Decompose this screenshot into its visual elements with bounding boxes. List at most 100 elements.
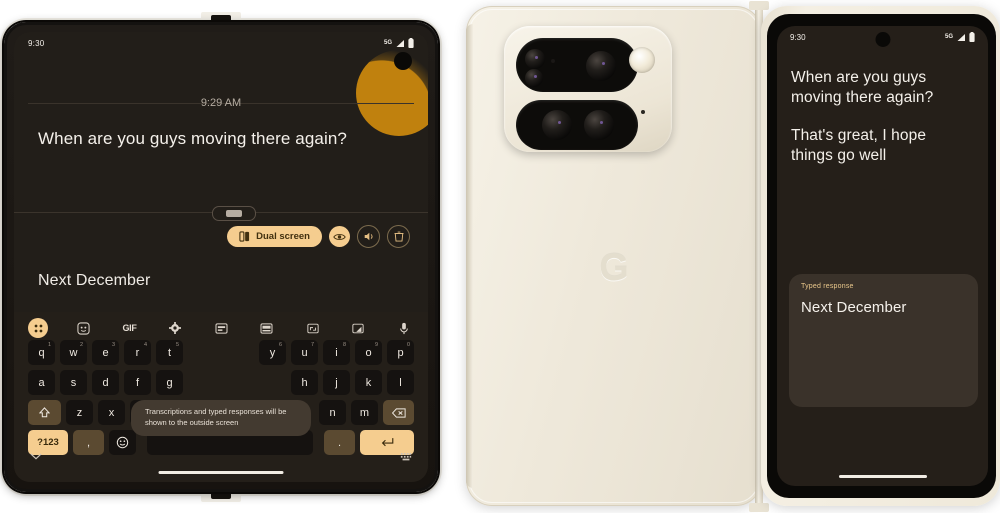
screenshot-stage: 9:30 5G 9:29 AM When are you guys moving… (0, 0, 1000, 513)
google-g-logo: G (599, 247, 629, 289)
drag-handle-icon (226, 210, 242, 217)
decorative-amber-arc (356, 50, 428, 136)
key-i[interactable]: i8 (323, 340, 350, 365)
camera-lens-icon (525, 69, 543, 87)
key-label: o (365, 346, 372, 359)
cover-transcript-line-2: That's great, I hope things go well (791, 127, 927, 165)
key-number: 4 (143, 342, 147, 348)
emoji-face-icon (116, 436, 129, 449)
key-z[interactable]: z (66, 400, 93, 425)
cover-transcript-line-1: When are you guys moving there again? (791, 69, 934, 107)
action-toolbar: Dual screen (227, 225, 410, 248)
book-fold-icon (239, 231, 250, 242)
cover-gesture-nav-bar[interactable] (838, 475, 927, 478)
key-label: i (335, 346, 338, 359)
key-t[interactable]: t5 (156, 340, 183, 365)
one-handed-icon[interactable] (348, 318, 368, 338)
gesture-nav-bar[interactable] (158, 471, 284, 474)
speaker-icon (364, 232, 373, 241)
keyboard-key-rows: q1 w2 e3 r4 t5 y6 u7 i8 o9 p 0 a s d f g… (14, 340, 428, 460)
keyboard-toolbar: GIF (14, 316, 428, 340)
key-number: 0 (406, 342, 410, 348)
device-side-rail (466, 24, 473, 488)
key-number: 3 (111, 342, 115, 348)
key-label: e (102, 346, 109, 359)
keyboard-switch-icon[interactable] (400, 451, 412, 463)
typed-response-label: Typed response (801, 283, 854, 290)
inner-screen: 9:30 5G 9:29 AM When are you guys moving… (14, 32, 428, 482)
on-screen-keyboard: GIF q 1 w 2 e 3 r 4 t 5 y 6 u 7 i 8 o 9 … (14, 312, 428, 482)
device-body: 9:30 5G 9:29 AM When are you guys moving… (4, 22, 438, 492)
camera-bar (504, 26, 672, 152)
panel-drag-handle[interactable] (212, 206, 256, 221)
key-j[interactable]: j (323, 370, 350, 395)
key-o[interactable]: o9 (355, 340, 382, 365)
network-5g-label: 5G (383, 40, 392, 46)
status-indicators: 5G (384, 38, 414, 48)
conversation-timestamp: 9:29 AM (200, 97, 242, 109)
delete-button[interactable] (387, 225, 410, 248)
settings-gear-icon[interactable] (165, 318, 185, 338)
key-label: t (167, 346, 172, 359)
key-u[interactable]: u7 (291, 340, 318, 365)
key-q[interactable]: q1 (28, 340, 55, 365)
trash-icon (394, 231, 403, 242)
key-d[interactable]: d (92, 370, 119, 395)
sticker-icon[interactable] (74, 318, 94, 338)
speaker-button[interactable] (357, 225, 380, 248)
keyboard-row-1-left: q1 w2 e3 r4 t5 (28, 340, 183, 365)
status-time: 9:30 (28, 38, 45, 48)
typed-reply-text: Next December (38, 272, 151, 289)
key-x[interactable]: x (98, 400, 125, 425)
key-y[interactable]: y6 (259, 340, 286, 365)
shift-key[interactable] (28, 400, 61, 425)
key-s[interactable]: s (60, 370, 87, 395)
dual-screen-button[interactable]: Dual screen (227, 226, 322, 247)
eye-icon (333, 233, 346, 240)
keyboard-layout-icon[interactable] (257, 318, 277, 338)
hinge-cap-bottom (749, 503, 769, 512)
enter-arrow-icon (381, 438, 394, 447)
flash-icon (629, 47, 655, 73)
key-l[interactable]: l (387, 370, 414, 395)
key-k[interactable]: k (355, 370, 382, 395)
keyboard-row-1-right: y6 u7 i8 o9 p0 (259, 340, 414, 365)
clipboard-icon[interactable] (211, 318, 231, 338)
cover-network-5g-label: 5G (944, 34, 953, 40)
key-p[interactable]: p0 (387, 340, 414, 365)
key-a[interactable]: a (28, 370, 55, 395)
key-label: q (38, 346, 45, 359)
key-h[interactable]: h (291, 370, 318, 395)
keyboard-row-2-right: h j k l (291, 370, 414, 395)
key-e[interactable]: e3 (92, 340, 119, 365)
backspace-key[interactable] (383, 400, 414, 425)
microphone-icon[interactable] (394, 318, 414, 338)
visibility-button[interactable] (329, 226, 350, 247)
chevron-down-icon[interactable] (30, 452, 42, 462)
cover-screen-bezel: 9:30 5G When are you guys moving there a… (767, 14, 996, 498)
key-label: p (397, 346, 404, 359)
resize-keyboard-icon[interactable] (303, 318, 323, 338)
key-f[interactable]: f (124, 370, 151, 395)
gif-icon[interactable]: GIF (120, 318, 140, 338)
key-label: r (135, 346, 140, 359)
key-g[interactable]: g (156, 370, 183, 395)
key-w[interactable]: w2 (60, 340, 87, 365)
key-number: 2 (79, 342, 83, 348)
cover-status-time: 9:30 (790, 32, 806, 42)
mic-hole-icon (641, 110, 645, 114)
key-number: 5 (175, 342, 179, 348)
camera-lens-icon (586, 51, 616, 81)
backspace-icon (391, 407, 406, 418)
keyboard-row-3: z x c n m Transcriptions (14, 400, 428, 436)
apps-grid-icon[interactable] (28, 318, 48, 338)
key-number: 9 (374, 342, 378, 348)
keyboard-footer (14, 450, 428, 464)
keyboard-row-2-left: a s d f g (28, 370, 183, 395)
key-m[interactable]: m (351, 400, 378, 425)
key-number: 8 (342, 342, 346, 348)
key-r[interactable]: r4 (124, 340, 151, 365)
keyboard-row-3-right: n m (319, 400, 414, 425)
typed-response-card: Typed response Next December (789, 274, 978, 407)
key-n[interactable]: n (319, 400, 346, 425)
